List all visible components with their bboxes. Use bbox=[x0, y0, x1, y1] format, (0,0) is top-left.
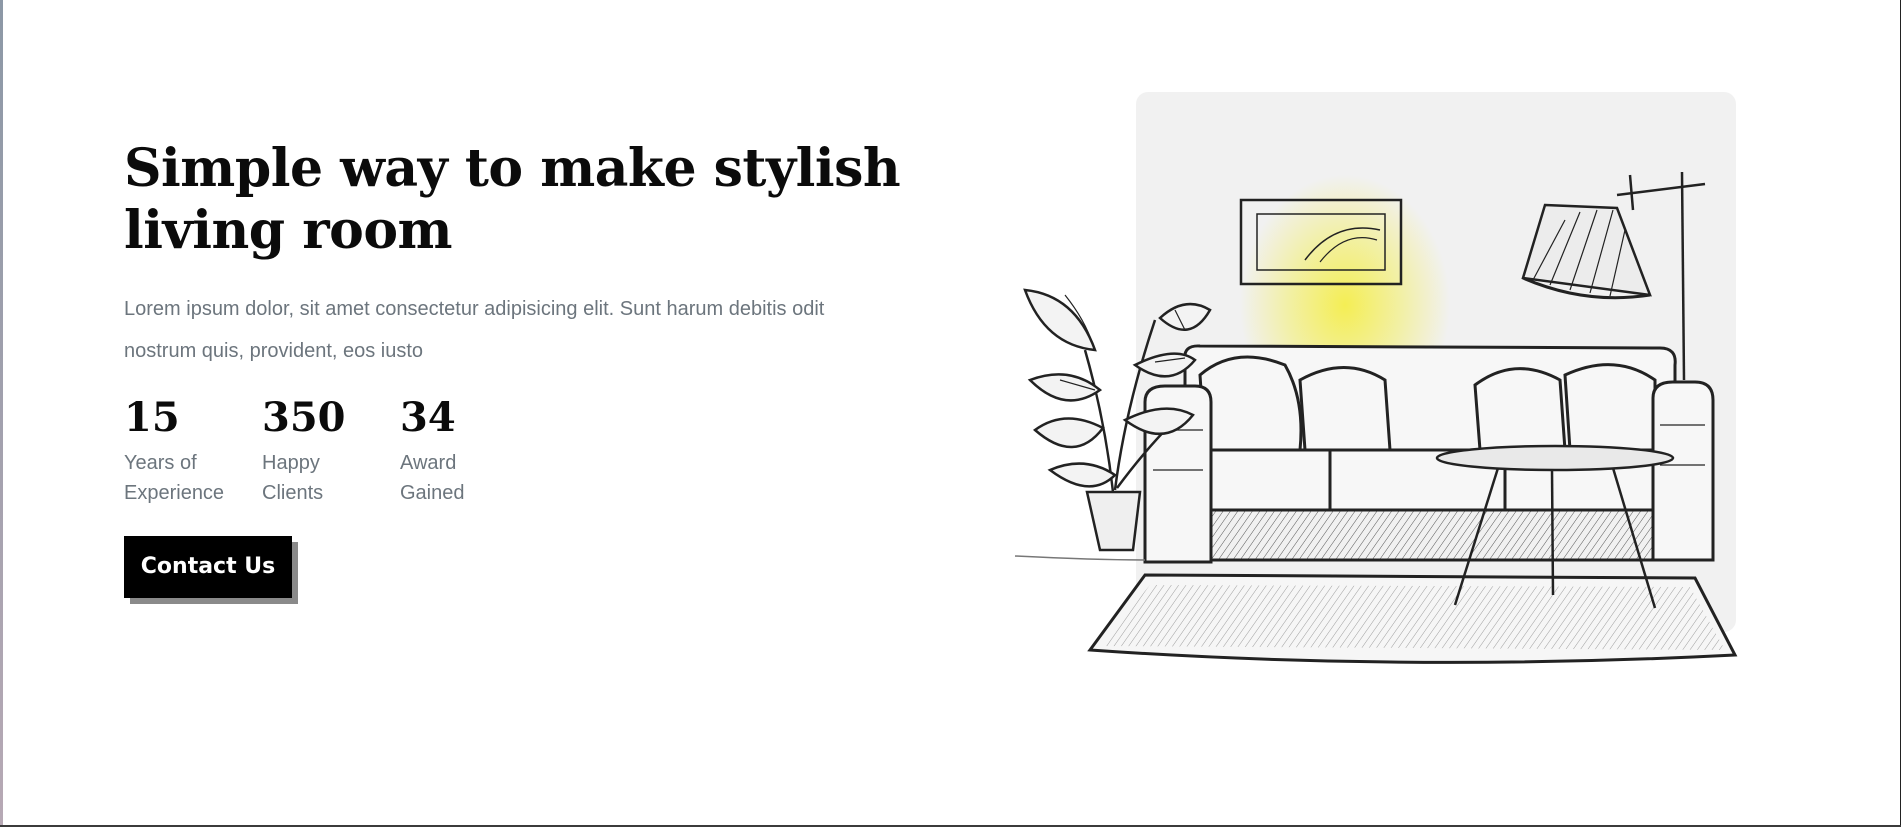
living-room-sketch bbox=[1014, 171, 1738, 664]
stat-label: Award Gained bbox=[400, 452, 465, 504]
stat-experience: 15 Years of Experience bbox=[124, 394, 262, 508]
stat-clients: 350 Happy Clients bbox=[262, 394, 400, 508]
hero-text-section: Simple way to make stylish living room L… bbox=[124, 138, 924, 598]
floor-line bbox=[1014, 555, 1146, 561]
living-room-illustration bbox=[1005, 90, 1745, 680]
stats-row: 15 Years of Experience 350 Happy Clients… bbox=[124, 394, 924, 508]
contact-us-button[interactable]: Contact Us bbox=[124, 536, 292, 598]
stat-label: Happy Clients bbox=[262, 452, 324, 504]
window-left-edge bbox=[0, 0, 3, 827]
stat-label: Years of Experience bbox=[124, 452, 225, 504]
stat-number: 34 bbox=[400, 394, 456, 441]
stat-number: 350 bbox=[262, 394, 346, 441]
rug bbox=[1087, 573, 1738, 664]
stat-number: 15 bbox=[124, 394, 180, 441]
hero-title: Simple way to make stylish living room bbox=[124, 138, 901, 261]
hero-description: Lorem ipsum dolor, sit amet consectetur … bbox=[124, 298, 825, 362]
stat-awards: 34 Award Gained bbox=[400, 394, 538, 508]
